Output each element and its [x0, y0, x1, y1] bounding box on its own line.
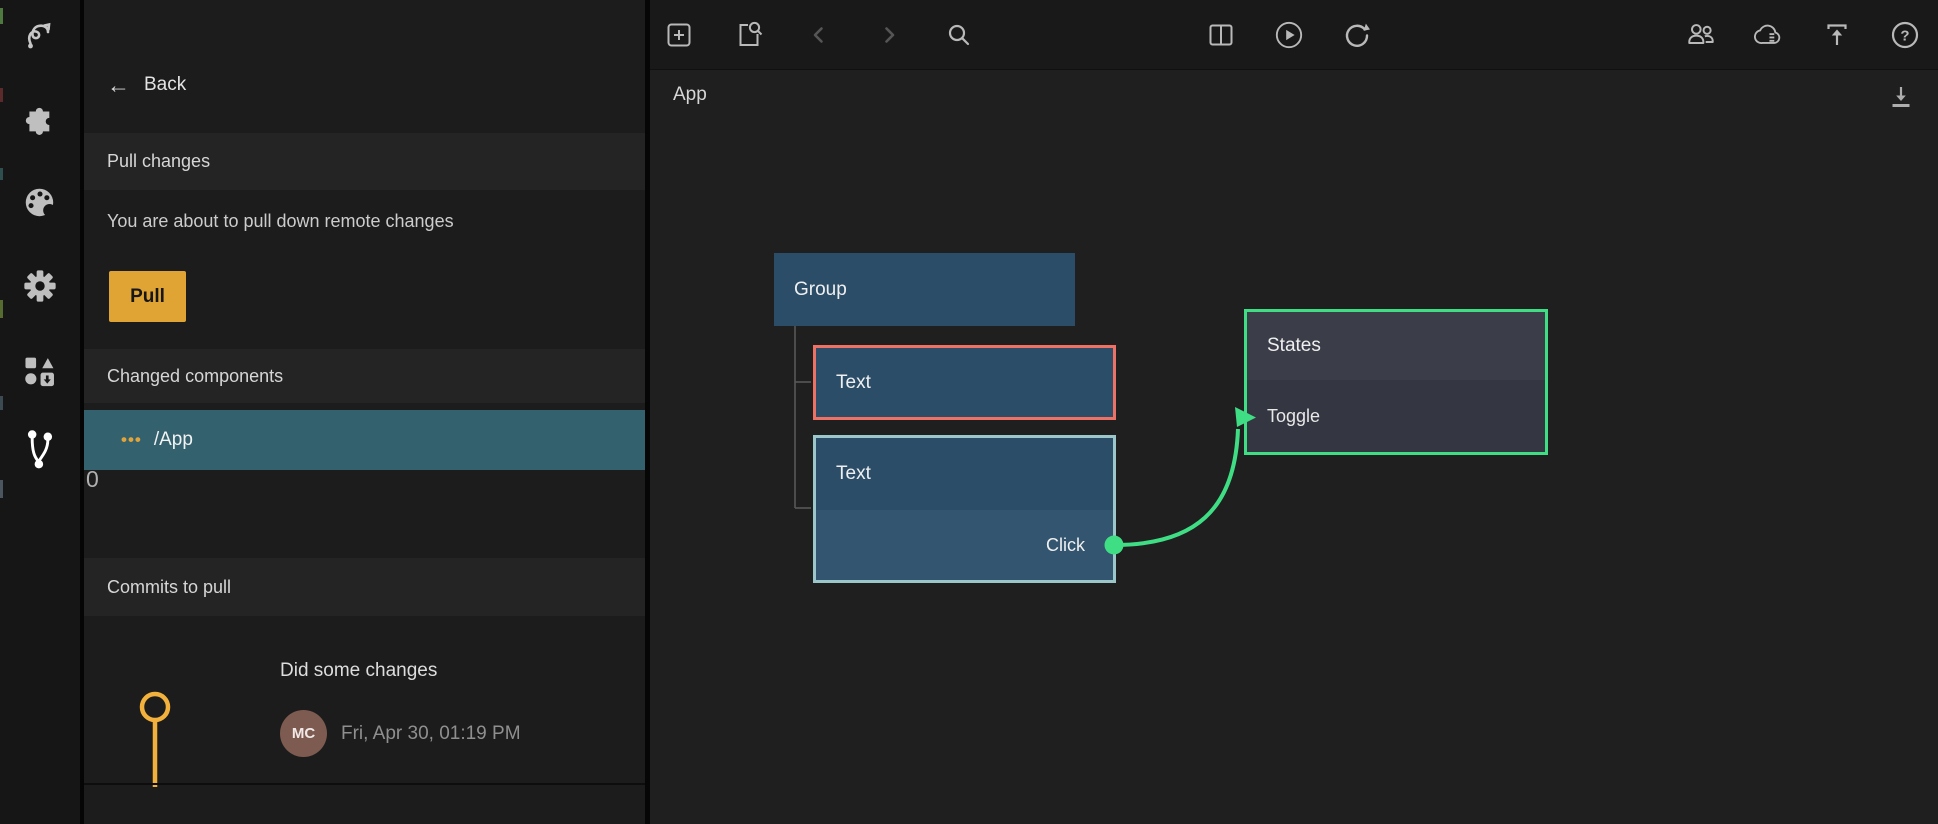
commits-to-pull-header: Commits to pull: [84, 558, 645, 616]
commits-header-label: Commits to pull: [107, 577, 231, 598]
edge-artifact: [0, 396, 3, 410]
node-states-input-toggle[interactable]: Toggle: [1247, 380, 1545, 452]
styles-palette-icon[interactable]: [21, 184, 59, 222]
breadcrumb[interactable]: App: [673, 84, 707, 106]
changed-components-header: Changed components: [84, 349, 645, 403]
edge-artifact: [0, 480, 3, 498]
pull-changes-header: Pull changes: [84, 133, 645, 190]
components-icon[interactable]: [21, 352, 59, 390]
node-text1-title: Text: [816, 348, 1113, 417]
node-text-changed[interactable]: Text: [813, 345, 1116, 420]
node-group[interactable]: Group: [774, 253, 1075, 326]
toolbar-mid-group: [1206, 0, 1372, 70]
app-window: ← Back Pull changes You are about to pul…: [0, 0, 1938, 824]
editor-toolbar: ?: [650, 0, 1938, 70]
preview-play-icon[interactable]: [1274, 20, 1304, 50]
edge-artifact: [0, 168, 3, 180]
changed-components-header-label: Changed components: [107, 366, 283, 387]
node-group-title: Group: [774, 253, 1075, 326]
search-icon[interactable]: [944, 20, 974, 50]
pull-message: You are about to pull down remote change…: [107, 211, 454, 232]
noodl-logo-icon[interactable]: [21, 17, 59, 55]
back-button[interactable]: ← Back: [107, 74, 186, 96]
back-arrow-icon: ←: [107, 75, 130, 95]
commit-graph: [84, 616, 204, 788]
collaborators-icon[interactable]: [1686, 20, 1716, 50]
overlay-count: 0: [86, 466, 99, 493]
avatar: MC: [280, 710, 327, 757]
back-label: Back: [144, 74, 186, 96]
node-editor: ? App Group Text: [650, 0, 1938, 824]
node-text2-output-click[interactable]: Click: [816, 510, 1113, 580]
edge-artifact: [0, 88, 3, 102]
divider: [84, 783, 645, 785]
cloud-services-icon[interactable]: [1754, 20, 1784, 50]
changed-component-label: /App: [154, 429, 193, 451]
refresh-icon[interactable]: [1342, 20, 1372, 50]
component-search-icon[interactable]: [734, 20, 764, 50]
edge-artifact: [0, 300, 3, 318]
changed-component-row[interactable]: ••• /App: [84, 410, 645, 470]
plugins-icon[interactable]: [21, 102, 59, 140]
download-icon[interactable]: [1888, 84, 1914, 112]
node-text-selected[interactable]: Text Click: [813, 435, 1116, 583]
version-control-icon[interactable]: [21, 430, 59, 468]
commit-timestamp: Fri, Apr 30, 01:19 PM: [341, 723, 521, 745]
toolbar-right-group: ?: [1686, 0, 1920, 70]
split-view-icon[interactable]: [1206, 20, 1236, 50]
add-node-icon[interactable]: [664, 20, 694, 50]
svg-text:?: ?: [1900, 28, 1909, 45]
changed-dots-icon: •••: [121, 430, 142, 450]
commit-meta: MC Fri, Apr 30, 01:19 PM: [280, 710, 521, 757]
nav-forward-icon[interactable]: [874, 20, 904, 50]
node-text2-title: Text: [816, 438, 1113, 510]
node-states-title: States: [1247, 312, 1545, 380]
commit-message[interactable]: Did some changes: [280, 660, 437, 682]
nav-back-icon[interactable]: [804, 20, 834, 50]
activity-bar: [0, 0, 80, 824]
settings-gear-icon[interactable]: [21, 267, 59, 305]
toolbar-left-group: [664, 0, 974, 70]
help-icon[interactable]: ?: [1890, 20, 1920, 50]
edge-artifact: [0, 8, 3, 24]
version-control-panel: ← Back Pull changes You are about to pul…: [84, 0, 645, 824]
pull-button[interactable]: Pull: [109, 271, 186, 322]
deploy-icon[interactable]: [1822, 20, 1852, 50]
pull-changes-header-label: Pull changes: [107, 151, 210, 172]
node-states[interactable]: States Toggle: [1244, 309, 1548, 455]
